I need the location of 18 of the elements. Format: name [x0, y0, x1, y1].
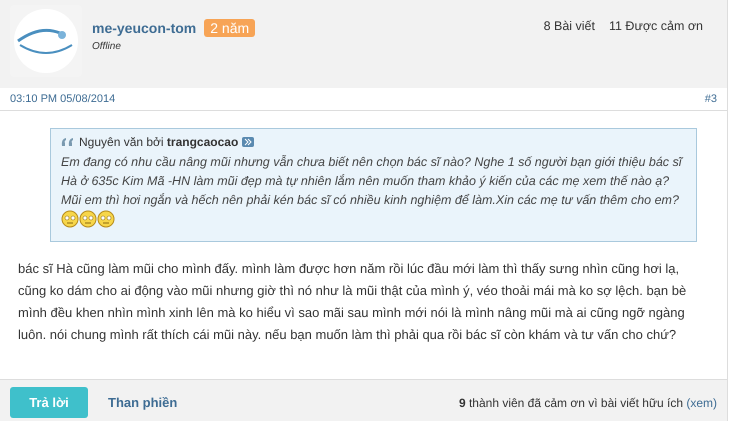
- report-link[interactable]: Than phiền: [108, 395, 178, 410]
- quoted-text: Em đang có nhu cầu nâng mũi nhưng vẫn chưa biết nên chọn bác sĩ nào? Nghe 1 số người bạn giới thiệu bác sĩ Hà ở 635c Kim Mã -HN làm mũi đẹp mà tự nhiên lắm nên muốn tham khảo ý kiến của các mẹ xem thế nào ạ? Mũi em thì hơi ngắn và hếch nên phải kén bác sĩ có nhiều kinh nghiệm để làm.Xin các mẹ tư vấn thêm cho em?: [61, 155, 682, 207]
- go-to-post-icon[interactable]: [242, 137, 254, 147]
- smiley-icon: [97, 210, 115, 228]
- smiley-icon: [61, 210, 79, 228]
- quote-attribution: Nguyên văn bởi trangcaocao: [79, 135, 238, 149]
- smiley-icon: [79, 210, 97, 228]
- post-body: bác sĩ Hà cũng làm mũi cho mình đấy. mình làm được hơn năm rồi lúc đầu mới làm thì thấy sưng nhìn cũng hơi lạ, cũng ko dám cho ai động vào mũi nhưng giờ thì nó như là mũi thật của mình ý, véo thoải mái mà ko sợ lệch. bạn bè mình đều khen nhìn mình xinh lên mà ko hiểu vì sao mãi sau mình mới nói là mình nâng mũi mà ai cũng ngỡ ngàng luôn. nói chung mình rất thích cái mũi này. nếu bạn muốn làm thì phải qua rồi bác sĩ còn khám và tư vấn cho chứ?: [17, 260, 688, 344]
- online-status: Offline: [92, 41, 121, 52]
- thanks-summary: 9 thành viên đã cảm ơn vì bài viết hữu ích (xem): [458, 396, 717, 410]
- username-link[interactable]: me-yeucon-tom: [92, 20, 196, 36]
- stat-text: 8 Bài viết: [544, 19, 595, 33]
- post-number-link[interactable]: #3: [704, 93, 717, 105]
- membership-badge: 2 năm: [204, 19, 256, 37]
- stat-text: 11 Được cảm ơn: [608, 19, 703, 33]
- view-thanks-link[interactable]: (xem): [686, 396, 717, 410]
- quote-icon: [61, 137, 75, 147]
- post-date: 03:10 PM 05/08/2014: [10, 93, 116, 105]
